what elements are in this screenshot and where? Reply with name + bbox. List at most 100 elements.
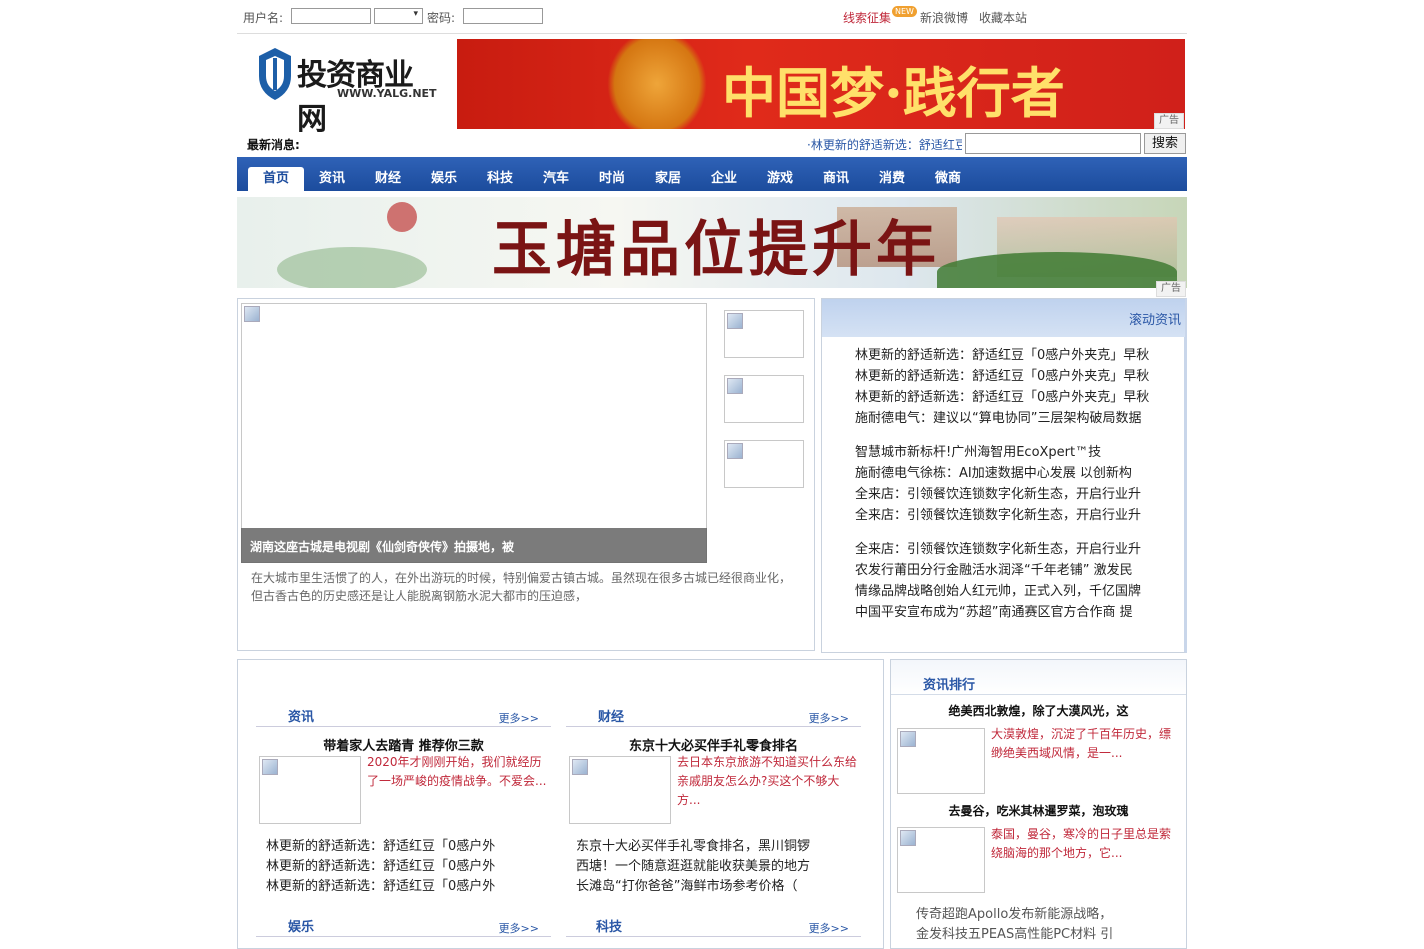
- news-item[interactable]: 林更新的舒适新选：舒适红豆「0感户外夹克」早秋: [855, 345, 1175, 366]
- summary-line: 2020年才刚刚开始，我们就经历: [367, 755, 542, 769]
- news-item[interactable]: 农发行莆田分行金融活水润泽“千年老铺” 激发民: [855, 560, 1175, 581]
- thumbnail-image[interactable]: [724, 310, 804, 358]
- login-type-select[interactable]: ▾: [374, 8, 423, 24]
- list-item[interactable]: 林更新的舒适新选：舒适红豆「0感户外: [266, 857, 516, 877]
- ad-label: 广告: [1154, 113, 1184, 129]
- ranking-title: 资讯排行: [923, 678, 976, 693]
- section-headline[interactable]: 带着家人去踏青 推荐你三款: [256, 735, 551, 754]
- ranking-header: 资讯排行: [891, 660, 1186, 695]
- more-link[interactable]: 更多>>: [499, 710, 539, 726]
- nav-item-home[interactable]: 首页: [248, 167, 304, 191]
- nav-item-fashion[interactable]: 时尚: [584, 167, 640, 191]
- news-item[interactable]: 智慧城市新标杆!广州海智用EcoXpert™技: [855, 442, 1175, 463]
- list-item[interactable]: 长滩岛“打你爸爸”海鲜市场参考价格（: [576, 877, 838, 897]
- divider: [237, 33, 1187, 34]
- nav-item-enterprise[interactable]: 企业: [696, 167, 752, 191]
- summary-line: 缈绝美西域风情，是一...: [991, 746, 1123, 760]
- news-item[interactable]: 中国平安宣布成为“苏超”南通赛区官方合作商 提: [855, 602, 1175, 623]
- nav-item-finance[interactable]: 财经: [360, 167, 416, 191]
- username-label: 用户名:: [243, 11, 284, 25]
- lotus-decoration: [277, 247, 427, 288]
- section-list: 林更新的舒适新选：舒适红豆「0感户外 林更新的舒适新选：舒适红豆「0感户外 林更…: [266, 837, 516, 897]
- summary-line: 但古香古色的历史感还是让人能脱离钢筋水泥大都市的压迫感，: [251, 589, 588, 603]
- banner-decoration: [607, 39, 707, 129]
- section-header-tech: 科技 更多>>: [566, 912, 861, 937]
- news-item[interactable]: 情缘品牌战略创始人红元帅，正式入列，千亿国牌: [855, 581, 1175, 602]
- password-input[interactable]: [463, 8, 543, 24]
- section-title: 财经: [598, 710, 625, 725]
- more-link[interactable]: 更多>>: [809, 710, 849, 726]
- banner-slogan: 中国梦·践行者: [722, 61, 1065, 125]
- nav-item-business[interactable]: 商讯: [808, 167, 864, 191]
- more-link[interactable]: 更多>>: [809, 920, 849, 936]
- section-title: 科技: [596, 920, 623, 935]
- site-logo[interactable]: 投资商业网 WWW.YALG.NET: [257, 46, 437, 137]
- list-item[interactable]: 西塘！一个随意逛逛就能收获美景的地方: [576, 857, 838, 877]
- summary-line: 了一场严峻的疫情战争。不爱会...: [367, 774, 547, 788]
- summary-line: 大漠敦煌，沉淀了千百年历史，缥: [991, 727, 1172, 741]
- latest-label: 最新消息:: [247, 138, 300, 152]
- news-item[interactable]: 施耐德电气：建议以“算电协同”三层架构破局数据: [855, 408, 1175, 429]
- news-item[interactable]: 全来店：引领餐饮连锁数字化新生态，开启行业升: [855, 505, 1175, 526]
- list-item[interactable]: 金发科技五PEAS高性能PC材料 引: [916, 925, 1176, 945]
- chevron-down-icon: ▾: [413, 9, 418, 19]
- summary-line: 方...: [677, 793, 701, 807]
- search-input[interactable]: [965, 133, 1141, 154]
- scroll-news-group: 智慧城市新标杆!广州海智用EcoXpert™技 施耐德电气徐栋：AI加速数据中心…: [855, 442, 1175, 526]
- nav-item-tech[interactable]: 科技: [472, 167, 528, 191]
- ad-label: 广告: [1156, 281, 1186, 297]
- clue-link[interactable]: 线索征集: [843, 9, 891, 26]
- news-item[interactable]: 林更新的舒适新选：舒适红豆「0感户外夹克」早秋: [855, 366, 1175, 387]
- featured-caption-bar[interactable]: 湖南这座古城是电视剧《仙剑奇侠传》拍摄地，被: [241, 528, 707, 563]
- summary-line: 亲戚朋友怎么办?买这个不够大: [677, 774, 840, 788]
- bookmark-link[interactable]: 收藏本站: [979, 9, 1027, 26]
- nav-item-auto[interactable]: 汽车: [528, 167, 584, 191]
- article-image[interactable]: [897, 827, 985, 893]
- list-item[interactable]: 林更新的舒适新选：舒适红豆「0感户外: [266, 837, 516, 857]
- ranking-list: 传奇超跑Apollo发布新能源战略， 金发科技五PEAS高性能PC材料 引: [916, 905, 1176, 945]
- nav-item-wechat-biz[interactable]: 微商: [920, 167, 976, 191]
- mid-banner-ad[interactable]: 玉塘品位提升年: [237, 197, 1187, 288]
- section-headline[interactable]: 东京十大必买伴手礼零食排名: [566, 735, 861, 754]
- scroll-news-group: 全来店：引领餐饮连锁数字化新生态，开启行业升 农发行莆田分行金融活水润泽“千年老…: [855, 539, 1175, 623]
- ranking-headline[interactable]: 去曼谷，吃米其林暹罗菜，泡玫瑰: [891, 802, 1186, 819]
- summary-line: 泰国，曼谷，寒冷的日子里总是萦: [991, 827, 1172, 841]
- nav-item-entertainment[interactable]: 娱乐: [416, 167, 472, 191]
- featured-panel: 湖南这座古城是电视剧《仙剑奇侠传》拍摄地，被 在大城市里生活惯了的人，在外出游玩…: [237, 298, 815, 651]
- nav-item-consumer[interactable]: 消费: [864, 167, 920, 191]
- section-title: 娱乐: [288, 920, 315, 935]
- ranking-panel: 资讯排行 绝美西北敦煌，除了大漠风光，这 大漠敦煌，沉淀了千百年历史，缥 缈绝美…: [890, 659, 1187, 949]
- more-link[interactable]: 更多>>: [499, 920, 539, 936]
- list-item[interactable]: 传奇超跑Apollo发布新能源战略，: [916, 905, 1176, 925]
- nav-item-home-living[interactable]: 家居: [640, 167, 696, 191]
- ranking-summary: 大漠敦煌，沉淀了千百年历史，缥 缈绝美西域风情，是一...: [991, 725, 1181, 763]
- top-banner-ad[interactable]: 中国梦·践行者: [457, 39, 1185, 129]
- weibo-link[interactable]: 新浪微博: [920, 9, 968, 26]
- username-input[interactable]: [291, 8, 371, 24]
- list-item[interactable]: 东京十大必买伴手礼零食排名，黑川铜锣: [576, 837, 838, 857]
- list-item[interactable]: 林更新的舒适新选：舒适红豆「0感户外: [266, 877, 516, 897]
- thumbnail-image[interactable]: [724, 440, 804, 488]
- nav-item-games[interactable]: 游戏: [752, 167, 808, 191]
- featured-image[interactable]: [241, 303, 707, 563]
- summary-line: 绕脑海的那个地方，它...: [991, 846, 1123, 860]
- featured-caption: 湖南这座古城是电视剧《仙剑奇侠传》拍摄地，被: [250, 540, 515, 554]
- section-header-news: 资讯 更多>>: [256, 702, 551, 727]
- article-image[interactable]: [569, 756, 671, 824]
- thumbnail-image[interactable]: [724, 375, 804, 423]
- news-item[interactable]: 全来店：引领餐饮连锁数字化新生态，开启行业升: [855, 539, 1175, 560]
- ranking-headline[interactable]: 绝美西北敦煌，除了大漠风光，这: [891, 702, 1186, 719]
- page: 用户名: ▾ 密码: 线索征集 NEW 新浪微博 收藏本站 投资商业网 WWW.…: [237, 0, 1187, 949]
- article-image[interactable]: [259, 756, 361, 824]
- section-header-finance: 财经 更多>>: [566, 702, 861, 727]
- logo-url: WWW.YALG.NET: [337, 87, 437, 100]
- search-button[interactable]: 搜索: [1144, 133, 1186, 154]
- news-item[interactable]: 施耐德电气徐栋：AI加速数据中心发展 以创新构: [855, 463, 1175, 484]
- new-badge: NEW: [892, 6, 917, 17]
- scroll-news-panel: 滚动资讯 林更新的舒适新选：舒适红豆「0感户外夹克」早秋 林更新的舒适新选：舒适…: [821, 298, 1187, 653]
- article-image[interactable]: [897, 728, 985, 794]
- news-item[interactable]: 林更新的舒适新选：舒适红豆「0感户外夹克」早秋: [855, 387, 1175, 408]
- nav-item-news[interactable]: 资讯: [304, 167, 360, 191]
- news-item[interactable]: 全来店：引领餐饮连锁数字化新生态，开启行业升: [855, 484, 1175, 505]
- latest-ticker[interactable]: ·林更新的舒适新选：舒适红豆: [807, 136, 962, 153]
